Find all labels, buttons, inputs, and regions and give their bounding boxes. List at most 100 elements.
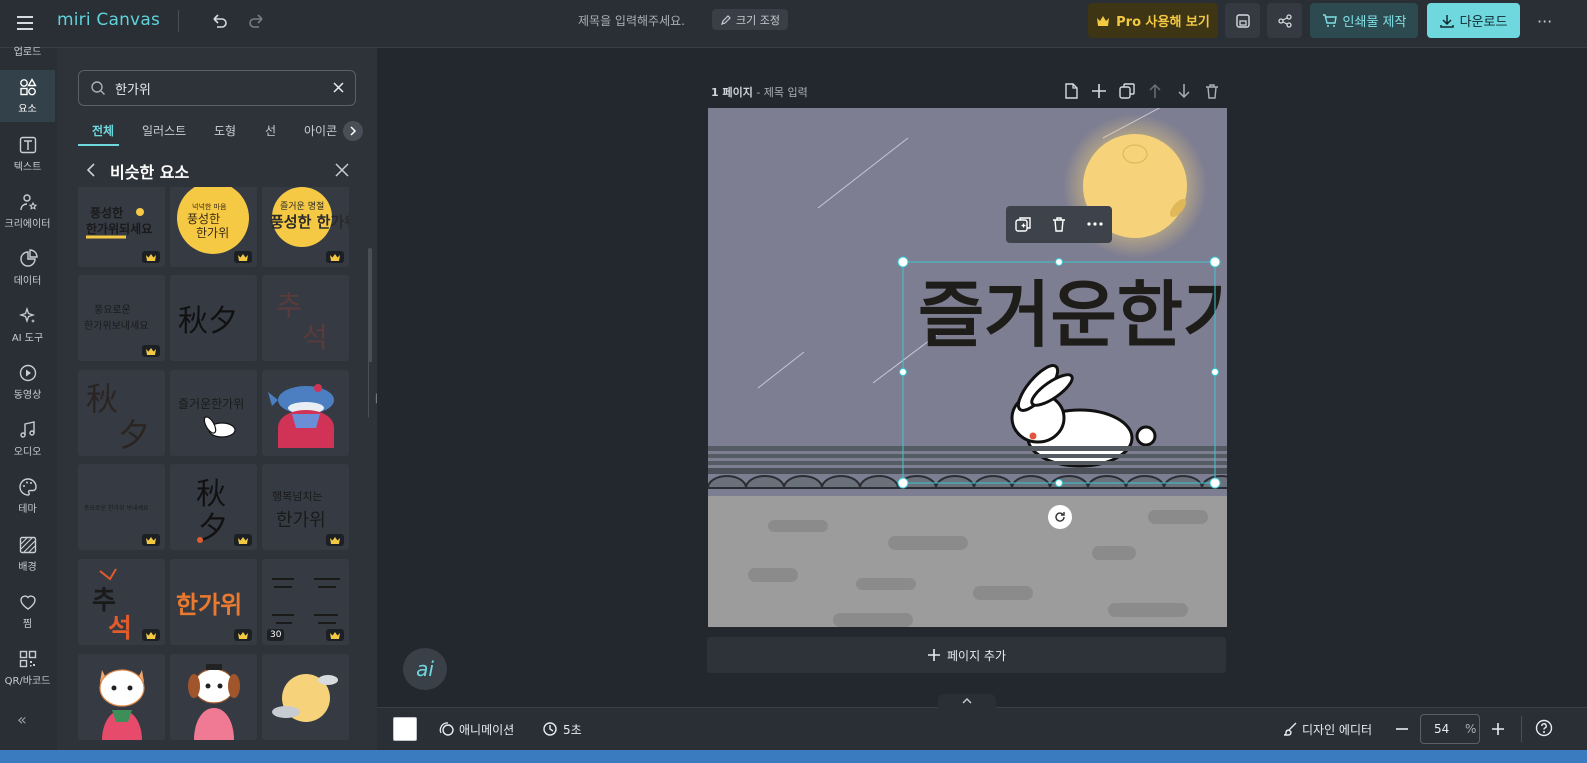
cart-icon	[1322, 13, 1337, 27]
element-tile[interactable]	[262, 654, 349, 740]
ai-assistant-button[interactable]: ai	[403, 648, 447, 690]
element-tile[interactable]: 행복넘치는 한가위	[262, 464, 349, 550]
tabs-scroll-right-button[interactable]	[343, 121, 363, 141]
more-options-icon[interactable]	[1086, 215, 1104, 233]
nav-data[interactable]: 데이터	[0, 242, 55, 294]
element-tile[interactable]: 추 석	[262, 275, 349, 361]
nav-video[interactable]: 동영상	[0, 356, 55, 408]
search-box[interactable]	[78, 70, 356, 106]
search-input[interactable]	[115, 78, 315, 98]
svg-text:추: 추	[92, 586, 116, 616]
delete-element-icon[interactable]	[1050, 215, 1068, 233]
duplicate-page-icon[interactable]	[1118, 82, 1136, 100]
element-tile[interactable]: 풍요로운 한가위보내세요	[78, 275, 165, 361]
undo-icon[interactable]	[208, 10, 230, 32]
nav-upload[interactable]: 업로드	[0, 38, 55, 62]
background-color-swatch[interactable]	[393, 717, 417, 741]
element-tile[interactable]: 즐거운한가위	[170, 370, 257, 456]
move-page-up-icon[interactable]	[1146, 82, 1164, 100]
pro-trial-button[interactable]: Pro 사용해 보기	[1088, 3, 1218, 38]
selection-context-toolbar	[1006, 206, 1112, 243]
element-tile[interactable]: 秋 夕	[78, 370, 165, 456]
svg-text:夕: 夕	[118, 416, 150, 454]
left-navigation: 업로드 요소 텍스트 크리에이터 데이터 AI 도구 동영상 오디오 테마 배경…	[0, 47, 57, 763]
animation-button[interactable]: 애니메이션	[459, 721, 514, 738]
app-logo[interactable]: miri Canvas	[57, 10, 160, 30]
element-tile[interactable]: 한가위	[170, 559, 257, 645]
divider	[1521, 716, 1522, 742]
zoom-out-icon[interactable]	[1395, 722, 1409, 736]
element-tile[interactable]	[170, 654, 257, 740]
tab-line[interactable]: 선	[265, 122, 276, 139]
element-tile[interactable]: 30	[262, 559, 349, 645]
tab-all[interactable]: 전체	[92, 122, 114, 139]
brush-icon	[1283, 722, 1297, 736]
nav-favorites[interactable]: 찜	[0, 585, 55, 637]
design-page[interactable]: 즐거운한가위	[708, 108, 1227, 627]
zoom-input[interactable]: 54 %	[1420, 714, 1480, 744]
nav-theme[interactable]: 테마	[0, 470, 55, 522]
nav-background[interactable]: 배경	[0, 528, 55, 580]
nav-creator[interactable]: 크리에이터	[0, 185, 55, 237]
element-tile[interactable]: 풍요로운 한가위 보내세요	[78, 464, 165, 550]
tab-icon[interactable]: 아이콘	[304, 122, 337, 139]
add-page-button[interactable]: 페이지 추가	[707, 637, 1226, 673]
help-icon[interactable]	[1535, 719, 1553, 737]
delete-page-icon[interactable]	[1203, 82, 1221, 100]
save-button[interactable]	[1225, 3, 1260, 38]
zoom-in-icon[interactable]	[1491, 722, 1505, 736]
music-note-icon	[19, 421, 35, 438]
element-tile[interactable]: 넉넉한 마음 풍성한 한가위	[170, 187, 257, 267]
redo-icon[interactable]	[246, 10, 268, 32]
moon-cloud-thumbnail	[272, 674, 338, 722]
duration-button[interactable]: 5초	[563, 721, 582, 738]
back-arrow-icon[interactable]	[86, 163, 96, 177]
nav-qr-barcode[interactable]: QR/바코드	[0, 642, 55, 694]
tab-shape[interactable]: 도형	[214, 122, 236, 139]
nav-audio[interactable]: 오디오	[0, 413, 55, 465]
play-icon	[19, 364, 36, 382]
print-order-button[interactable]: 인쇄물 제작	[1310, 3, 1418, 38]
active-tab-indicator	[78, 144, 119, 146]
clear-search-icon[interactable]	[332, 81, 345, 94]
svg-text:한가위: 한가위	[176, 591, 242, 619]
document-title[interactable]: 제목을 입력해주세요.	[578, 12, 685, 29]
tab-illustration[interactable]: 일러스트	[142, 122, 186, 139]
svg-text:秋夕: 秋夕	[178, 304, 238, 339]
move-page-down-icon[interactable]	[1175, 82, 1193, 100]
element-tile[interactable]: 秋夕	[170, 275, 257, 361]
duplicate-element-icon[interactable]	[1014, 215, 1032, 233]
share-button[interactable]	[1267, 3, 1302, 38]
element-tile[interactable]: 즐거운 명절 풍성한 한가위	[262, 187, 349, 267]
nav-text[interactable]: 텍스트	[0, 128, 55, 180]
nav-elements[interactable]: 요소	[0, 70, 55, 122]
qr-code-icon	[19, 650, 36, 668]
element-tile[interactable]: 추 석	[78, 559, 165, 645]
resize-button[interactable]: 크기 조정	[712, 9, 788, 30]
resize-label: 크기 조정	[736, 13, 780, 27]
element-tile[interactable]: 풍성한 한가위되세요	[78, 187, 165, 267]
rotate-handle[interactable]	[1048, 505, 1072, 529]
expand-pages-button[interactable]	[938, 694, 996, 708]
nav-background-label: 배경	[18, 562, 37, 573]
add-page-icon[interactable]	[1090, 82, 1108, 100]
page-title-input[interactable]: - 제목 입력	[756, 86, 807, 99]
nav-text-label: 텍스트	[13, 162, 42, 173]
element-tile[interactable]: 秋 夕	[170, 464, 257, 550]
nav-ai-tools[interactable]: AI 도구	[0, 299, 55, 351]
pro-label: Pro 사용해 보기	[1116, 15, 1210, 30]
plus-icon	[927, 649, 940, 661]
similar-elements-header: 비슷한 요소	[78, 155, 356, 185]
element-tile[interactable]	[78, 654, 165, 740]
save-icon	[1235, 13, 1250, 28]
more-menu-button[interactable]: ···	[1537, 12, 1552, 31]
design-editor-button[interactable]: 디자인 에디터	[1302, 721, 1372, 738]
close-icon[interactable]	[335, 163, 349, 177]
menu-icon[interactable]	[14, 12, 36, 34]
svg-text:한가위되세요: 한가위되세요	[86, 221, 152, 236]
element-tile[interactable]	[262, 370, 349, 456]
nav-video-label: 동영상	[13, 390, 42, 401]
collapse-nav-button[interactable]: «	[17, 710, 27, 729]
download-button[interactable]: 다운로드	[1427, 3, 1520, 38]
page-template-icon[interactable]	[1062, 82, 1080, 100]
